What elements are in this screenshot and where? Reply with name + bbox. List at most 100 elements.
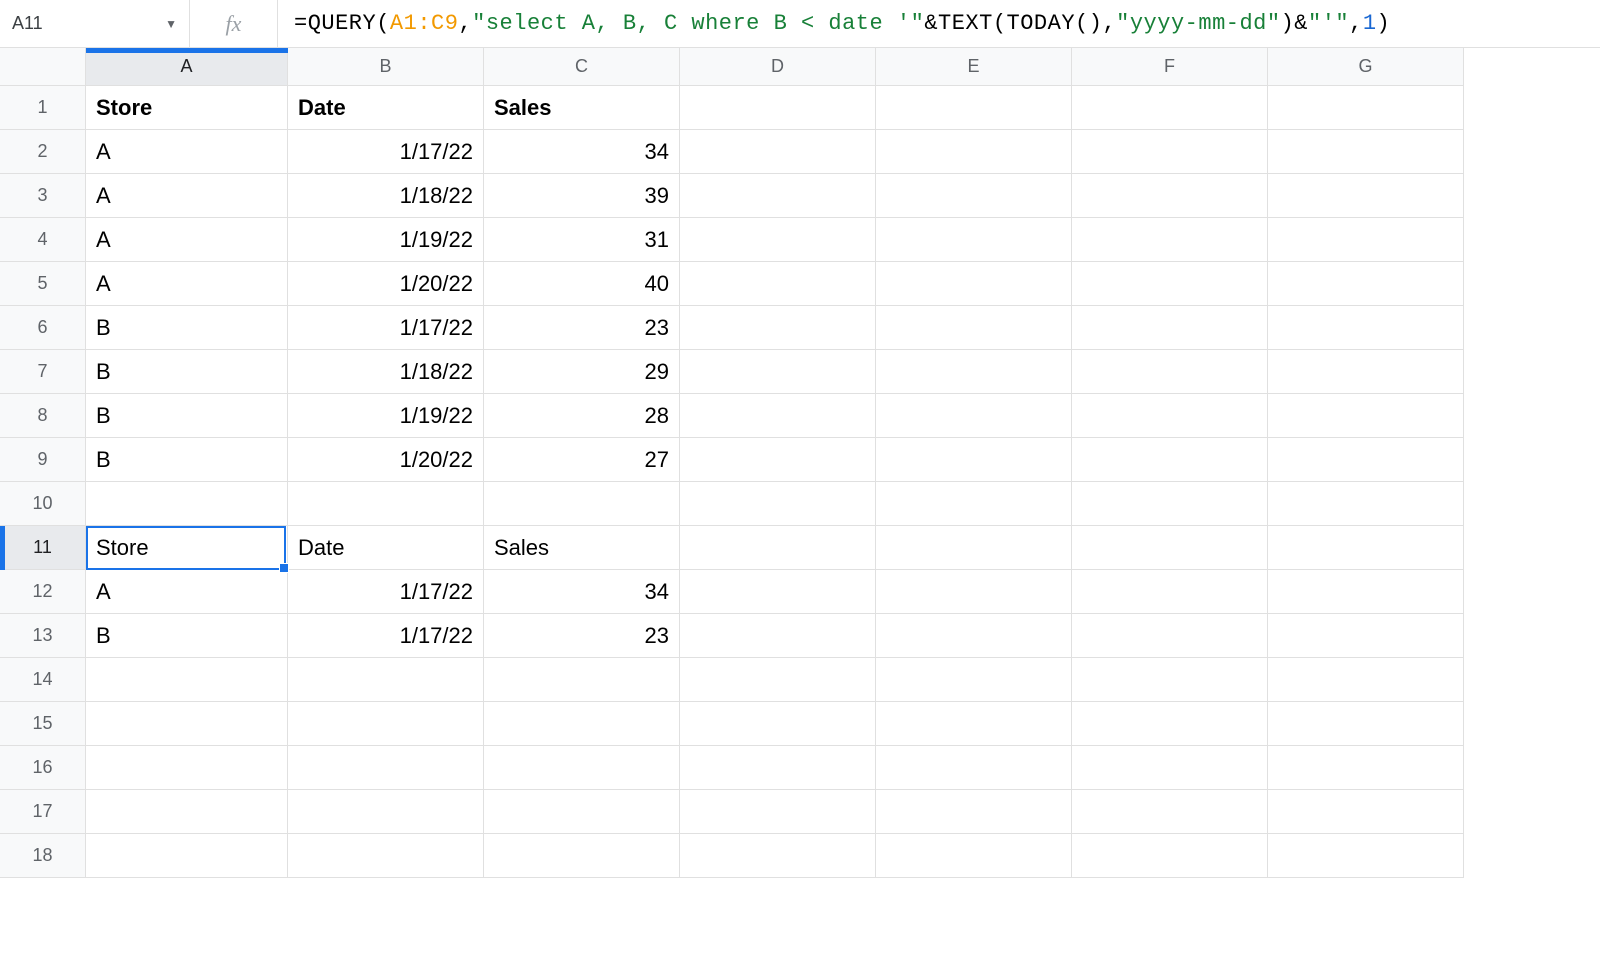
cell-D12[interactable]	[680, 570, 876, 614]
cell-A10[interactable]	[86, 482, 288, 526]
cell-F9[interactable]	[1072, 438, 1268, 482]
cell-E7[interactable]	[876, 350, 1072, 394]
cell-C15[interactable]	[484, 702, 680, 746]
cell-C12[interactable]: 34	[484, 570, 680, 614]
cell-B13[interactable]: 1/17/22	[288, 614, 484, 658]
cell-G13[interactable]	[1268, 614, 1464, 658]
cell-G12[interactable]	[1268, 570, 1464, 614]
cell-G15[interactable]	[1268, 702, 1464, 746]
cell-D14[interactable]	[680, 658, 876, 702]
cells-area[interactable]: StoreDateSalesA1/17/2234A1/18/2239A1/19/…	[86, 86, 1464, 878]
cell-G9[interactable]	[1268, 438, 1464, 482]
cell-D17[interactable]	[680, 790, 876, 834]
cell-C1[interactable]: Sales	[484, 86, 680, 130]
cell-B3[interactable]: 1/18/22	[288, 174, 484, 218]
select-all-corner[interactable]	[0, 48, 86, 86]
cell-E8[interactable]	[876, 394, 1072, 438]
cell-C11[interactable]: Sales	[484, 526, 680, 570]
cell-A9[interactable]: B	[86, 438, 288, 482]
cell-F2[interactable]	[1072, 130, 1268, 174]
cell-F12[interactable]	[1072, 570, 1268, 614]
cell-D16[interactable]	[680, 746, 876, 790]
cell-E17[interactable]	[876, 790, 1072, 834]
cell-F3[interactable]	[1072, 174, 1268, 218]
cell-B8[interactable]: 1/19/22	[288, 394, 484, 438]
cell-C18[interactable]	[484, 834, 680, 878]
cell-E13[interactable]	[876, 614, 1072, 658]
row-header-13[interactable]: 13	[0, 614, 86, 658]
name-box[interactable]: A11 ▼	[0, 0, 190, 47]
cell-G14[interactable]	[1268, 658, 1464, 702]
column-header-C[interactable]: C	[484, 48, 680, 86]
row-header-16[interactable]: 16	[0, 746, 86, 790]
cell-G8[interactable]	[1268, 394, 1464, 438]
cell-G10[interactable]	[1268, 482, 1464, 526]
cell-E4[interactable]	[876, 218, 1072, 262]
cell-D9[interactable]	[680, 438, 876, 482]
cell-F17[interactable]	[1072, 790, 1268, 834]
row-header-14[interactable]: 14	[0, 658, 86, 702]
cell-G4[interactable]	[1268, 218, 1464, 262]
cell-B15[interactable]	[288, 702, 484, 746]
cell-B5[interactable]: 1/20/22	[288, 262, 484, 306]
row-header-17[interactable]: 17	[0, 790, 86, 834]
column-header-D[interactable]: D	[680, 48, 876, 86]
cell-B18[interactable]	[288, 834, 484, 878]
cell-D8[interactable]	[680, 394, 876, 438]
cell-A18[interactable]	[86, 834, 288, 878]
cell-D15[interactable]	[680, 702, 876, 746]
cell-F4[interactable]	[1072, 218, 1268, 262]
cell-A3[interactable]: A	[86, 174, 288, 218]
cell-F10[interactable]	[1072, 482, 1268, 526]
column-header-F[interactable]: F	[1072, 48, 1268, 86]
cell-B7[interactable]: 1/18/22	[288, 350, 484, 394]
cell-B4[interactable]: 1/19/22	[288, 218, 484, 262]
cell-C2[interactable]: 34	[484, 130, 680, 174]
cell-A17[interactable]	[86, 790, 288, 834]
cell-C10[interactable]	[484, 482, 680, 526]
column-header-E[interactable]: E	[876, 48, 1072, 86]
cell-D11[interactable]	[680, 526, 876, 570]
cell-B14[interactable]	[288, 658, 484, 702]
row-header-9[interactable]: 9	[0, 438, 86, 482]
cell-A6[interactable]: B	[86, 306, 288, 350]
cell-A16[interactable]	[86, 746, 288, 790]
cell-F16[interactable]	[1072, 746, 1268, 790]
cell-F1[interactable]	[1072, 86, 1268, 130]
formula-input[interactable]: =QUERY(A1:C9,"select A, B, C where B < d…	[278, 0, 1600, 47]
cell-A15[interactable]	[86, 702, 288, 746]
cell-B10[interactable]	[288, 482, 484, 526]
cell-D13[interactable]	[680, 614, 876, 658]
cell-E3[interactable]	[876, 174, 1072, 218]
cell-D1[interactable]	[680, 86, 876, 130]
row-header-4[interactable]: 4	[0, 218, 86, 262]
cell-D5[interactable]	[680, 262, 876, 306]
cell-B12[interactable]: 1/17/22	[288, 570, 484, 614]
cell-E12[interactable]	[876, 570, 1072, 614]
cell-B17[interactable]	[288, 790, 484, 834]
cell-A12[interactable]: A	[86, 570, 288, 614]
cell-C16[interactable]	[484, 746, 680, 790]
cell-B2[interactable]: 1/17/22	[288, 130, 484, 174]
cell-F15[interactable]	[1072, 702, 1268, 746]
cell-A2[interactable]: A	[86, 130, 288, 174]
cell-C4[interactable]: 31	[484, 218, 680, 262]
cell-E5[interactable]	[876, 262, 1072, 306]
cell-D3[interactable]	[680, 174, 876, 218]
row-header-1[interactable]: 1	[0, 86, 86, 130]
column-header-A[interactable]: A	[86, 48, 288, 86]
cell-F8[interactable]	[1072, 394, 1268, 438]
chevron-down-icon[interactable]: ▼	[165, 17, 177, 31]
row-header-6[interactable]: 6	[0, 306, 86, 350]
cell-E10[interactable]	[876, 482, 1072, 526]
cell-A13[interactable]: B	[86, 614, 288, 658]
cell-F6[interactable]	[1072, 306, 1268, 350]
cell-G1[interactable]	[1268, 86, 1464, 130]
cell-B16[interactable]	[288, 746, 484, 790]
cell-D6[interactable]	[680, 306, 876, 350]
cell-C17[interactable]	[484, 790, 680, 834]
cell-E15[interactable]	[876, 702, 1072, 746]
cell-E18[interactable]	[876, 834, 1072, 878]
cell-E2[interactable]	[876, 130, 1072, 174]
cell-E9[interactable]	[876, 438, 1072, 482]
